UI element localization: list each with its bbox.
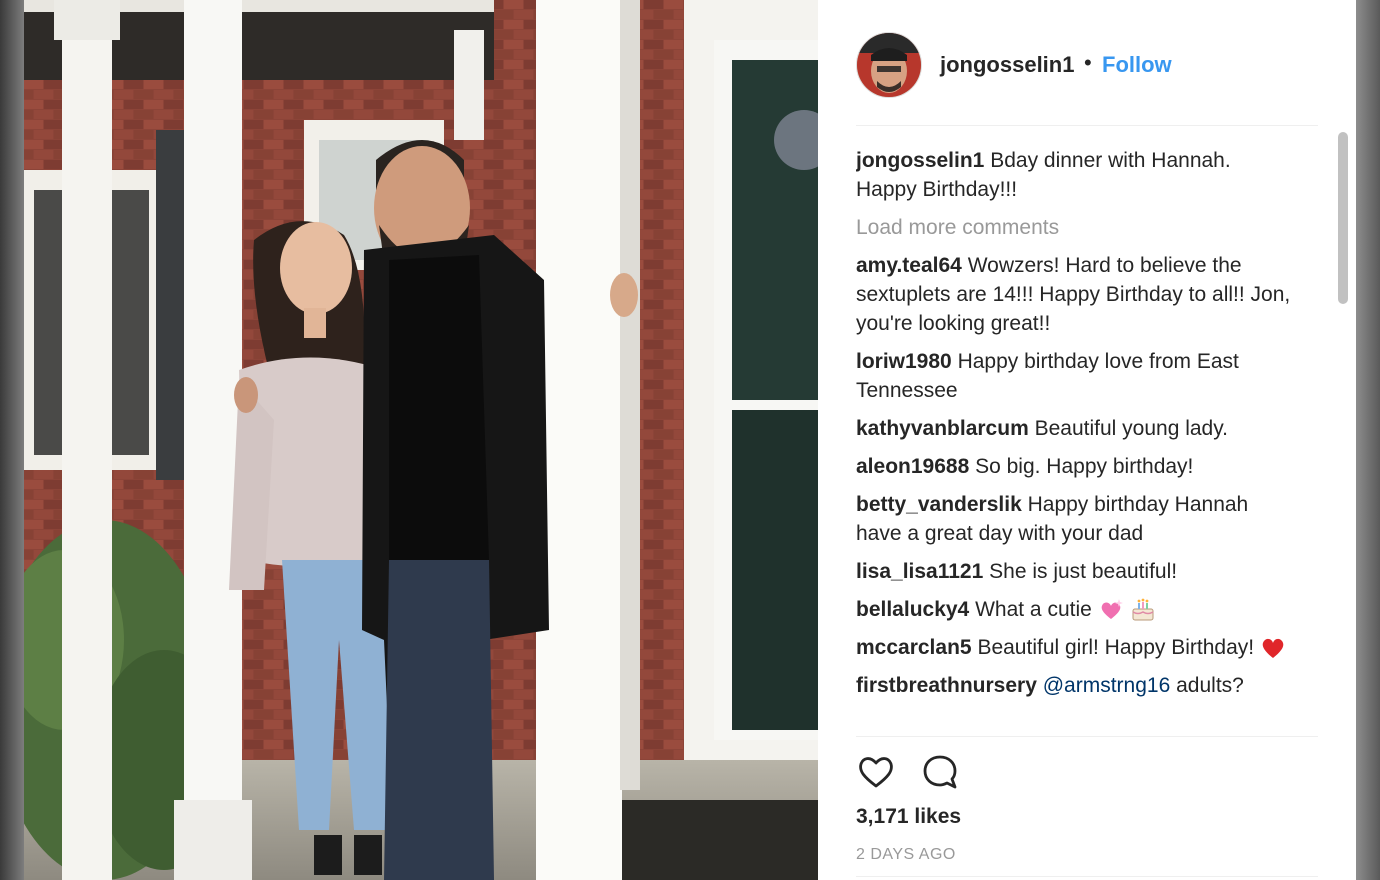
comment-item: loriw1980 Happy birthday love from East … (856, 347, 1296, 405)
comment-username[interactable]: lisa_lisa1121 (856, 560, 983, 583)
photo-illustration (24, 0, 818, 880)
comment-username[interactable]: loriw1980 (856, 350, 952, 373)
comments-list[interactable]: jongosselin1 Bday dinner with Hannah. Ha… (856, 146, 1296, 736)
post-sidebar: jongosselin1 • Follow jongosselin1 Bday … (818, 0, 1356, 880)
footer-divider (856, 876, 1318, 877)
scrollbar-thumb[interactable] (1338, 132, 1348, 304)
likes-count[interactable]: 3,171 likes (856, 805, 961, 829)
comment-text: So big. Happy birthday! (975, 455, 1194, 478)
comment-text: Beautiful girl! Happy Birthday! (977, 636, 1255, 659)
left-edge (0, 0, 24, 880)
comment-item: mccarclan5 Beautiful girl! Happy Birthda… (856, 633, 1296, 662)
comment-text: What a cutie (975, 598, 1092, 621)
actions-divider (856, 736, 1318, 737)
comment-username[interactable]: firstbreathnursery (856, 674, 1037, 697)
caption: jongosselin1 Bday dinner with Hannah. Ha… (856, 146, 1296, 204)
comments-scrollbar[interactable] (1338, 132, 1348, 732)
heart-icon[interactable] (856, 752, 896, 792)
comment-text: Beautiful young lady. (1034, 417, 1229, 440)
post-header: jongosselin1 • Follow (818, 0, 1356, 126)
red-heart-icon (1262, 639, 1284, 659)
follow-button[interactable]: Follow (1102, 52, 1172, 78)
birthday-cake-icon (1132, 599, 1153, 621)
load-more-comments-button[interactable]: Load more comments (856, 213, 1296, 242)
comment-item: aleon19688 So big. Happy birthday! (856, 452, 1296, 481)
comment-item: amy.teal64 Wowzers! Hard to believe the … (856, 251, 1296, 338)
comment-item: betty_vanderslik Happy birthday Hannah h… (856, 490, 1296, 548)
header-divider (856, 125, 1318, 126)
comment-username[interactable]: betty_vanderslik (856, 493, 1022, 516)
post-photo[interactable] (24, 0, 818, 880)
sparkling-heart-icon (1101, 599, 1123, 620)
post-date: 2 DAYS AGO (856, 846, 956, 863)
comment-mention[interactable]: @armstrng16 (1043, 674, 1171, 697)
comment-item: kathyvanblarcum Beautiful young lady. (856, 414, 1296, 443)
comment-username[interactable]: amy.teal64 (856, 254, 962, 277)
comment-item: lisa_lisa1121 She is just beautiful! (856, 557, 1296, 586)
separator-dot: • (1084, 50, 1092, 75)
author-avatar[interactable] (856, 32, 922, 98)
comment-text: adults? (1176, 674, 1244, 697)
comment-icon[interactable] (920, 752, 960, 792)
comment-username[interactable]: mccarclan5 (856, 636, 972, 659)
comment-username[interactable]: aleon19688 (856, 455, 969, 478)
comment-item: firstbreathnursery @armstrng16 adults? (856, 671, 1296, 700)
comment-username[interactable]: bellalucky4 (856, 598, 969, 621)
comment-text: She is just beautiful! (989, 560, 1178, 583)
right-edge (1356, 0, 1380, 880)
avatar-image (857, 33, 921, 97)
comment-username[interactable]: kathyvanblarcum (856, 417, 1029, 440)
comment-item: bellalucky4 What a cutie (856, 595, 1296, 624)
author-username[interactable]: jongosselin1 (940, 52, 1074, 78)
caption-username[interactable]: jongosselin1 (856, 149, 984, 172)
